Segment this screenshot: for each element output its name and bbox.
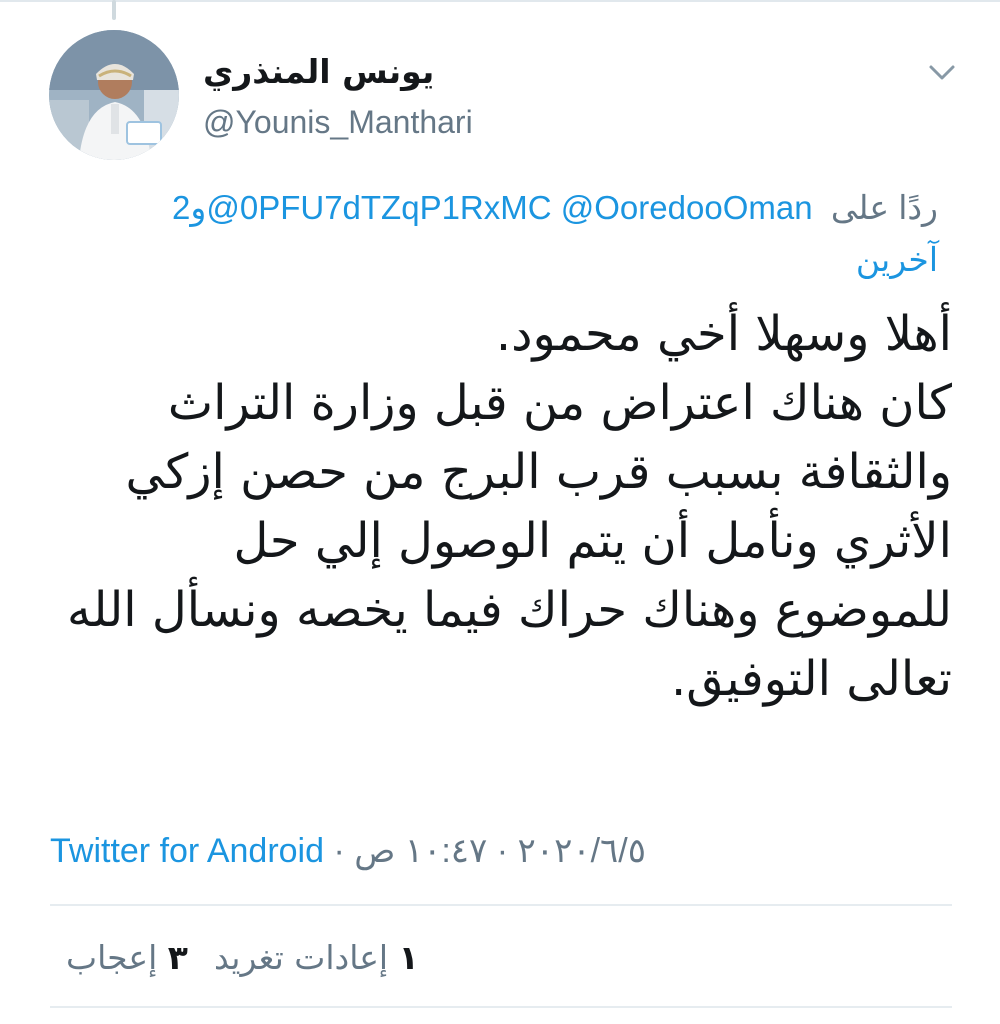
- tweet-text-line: تعالى التوفيق.: [671, 651, 952, 707]
- tweet-text-line: كان هناك اعتراض من قبل وزارة التراث: [167, 375, 952, 431]
- likes-count: ٣: [167, 938, 188, 977]
- tweet-source-link[interactable]: Twitter for Android: [50, 832, 324, 870]
- reply-context: ردًا على @0PFU7dTZqP1RxMC @OoredooOman و…: [50, 182, 938, 286]
- meta-separator: ·: [496, 832, 509, 870]
- likes-stat[interactable]: ٣ إعجاب: [66, 938, 188, 977]
- reply-mentions: @0PFU7dTZqP1RxMC @OoredooOman: [206, 189, 821, 226]
- retweets-stat[interactable]: ١ إعادات تغريد: [214, 938, 419, 977]
- more-options-button[interactable]: [920, 52, 964, 92]
- tweet-time[interactable]: ١٠:٤٧ ص: [354, 832, 487, 870]
- tweet-text-line: الأثري ونأمل أن يتم الوصول إلي حل: [233, 513, 952, 569]
- tweet-text-line: والثقافة بسبب قرب البرج من حصن إزكي: [125, 444, 952, 500]
- divider: [50, 904, 952, 906]
- reply-others-count[interactable]: و2: [172, 189, 206, 226]
- mention-link[interactable]: @0PFU7dTZqP1RxMC: [206, 189, 551, 226]
- reply-prefix: ردًا على: [830, 189, 938, 226]
- avatar-image: [49, 30, 179, 160]
- author-handle[interactable]: @Younis_Manthari: [203, 100, 473, 144]
- tweet-text-line: للموضوع وهناك حراك فيما يخصه ونسأل الله: [67, 582, 952, 638]
- tweet-text-line: أهلا وسهلا أخي محمود.: [495, 306, 952, 362]
- avatar[interactable]: [49, 30, 179, 160]
- thread-connector-line: [112, 0, 116, 20]
- divider: [50, 1006, 952, 1008]
- tweet-stats: ١ إعادات تغريد ٣ إعجاب: [40, 928, 440, 988]
- retweets-count: ١: [398, 938, 419, 977]
- tweet-meta: Twitter for Android · ٢٠٢٠/٦/٥ · ١٠:٤٧ ص: [50, 826, 950, 876]
- tweet-date[interactable]: ٢٠٢٠/٦/٥: [518, 832, 646, 870]
- retweets-label: إعادات تغريد: [213, 938, 389, 977]
- author-display-name[interactable]: يونس المنذري: [203, 50, 503, 94]
- likes-label: إعجاب: [66, 938, 158, 977]
- reply-others-link[interactable]: آخرين: [856, 241, 938, 278]
- chevron-down-icon: [929, 65, 955, 80]
- meta-separator: ·: [333, 832, 345, 870]
- top-border: [0, 0, 1000, 2]
- tweet-text: أهلا وسهلا أخي محمود. كان هناك اعتراض من…: [40, 300, 952, 714]
- mention-link[interactable]: @OoredooOman: [561, 189, 813, 226]
